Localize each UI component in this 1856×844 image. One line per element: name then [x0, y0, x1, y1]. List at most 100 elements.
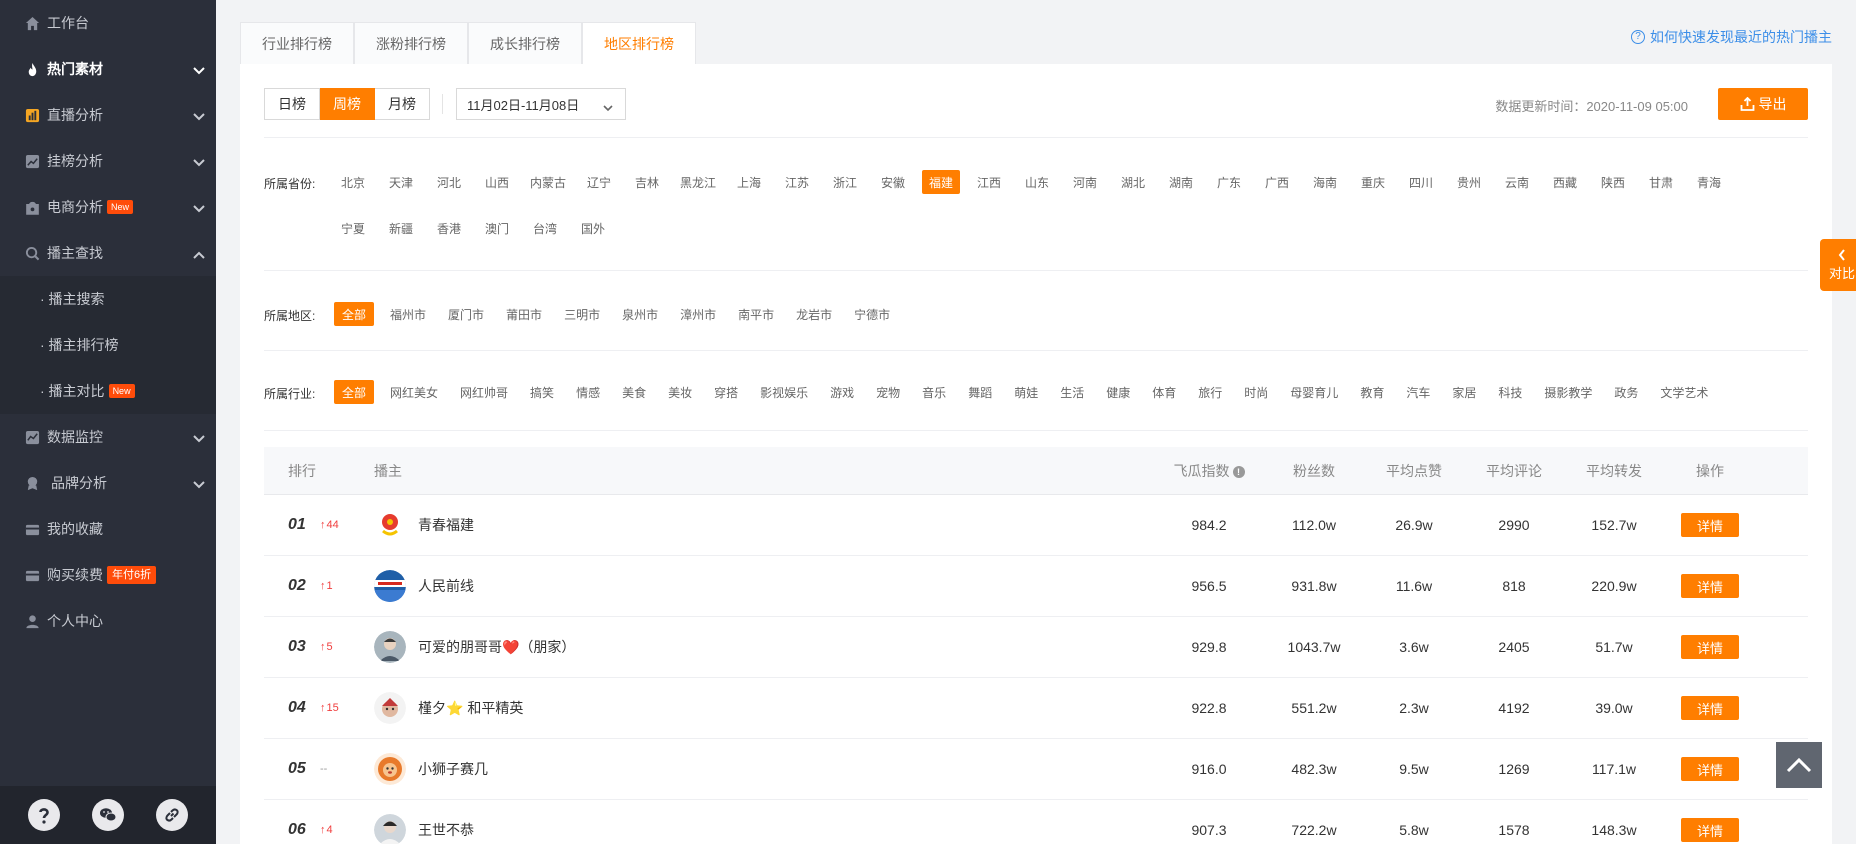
nav-my-collection[interactable]: 我的收藏 — [0, 506, 216, 552]
industry-option[interactable]: 网红帅哥 — [454, 380, 514, 404]
nav-workbench[interactable]: 工作台 — [0, 0, 216, 46]
industry-option[interactable]: 情感 — [570, 380, 606, 404]
anchor-cell[interactable]: 槿夕⭐ 和平精英 — [374, 692, 1154, 724]
industry-option[interactable]: 科技 — [1492, 380, 1528, 404]
tab-industry-ranking[interactable]: 行业排行榜 — [240, 22, 354, 64]
province-option[interactable]: 西藏 — [1546, 170, 1584, 194]
province-option[interactable]: 安徽 — [874, 170, 912, 194]
industry-option[interactable]: 搞笑 — [524, 380, 560, 404]
link-button[interactable] — [156, 799, 188, 831]
detail-button[interactable]: 详情 — [1681, 696, 1739, 720]
industry-option[interactable]: 摄影教学 — [1538, 380, 1598, 404]
area-option[interactable]: 全部 — [334, 302, 375, 326]
province-option[interactable]: 上海 — [730, 170, 768, 194]
anchor-name[interactable]: 槿夕⭐ 和平精英 — [418, 698, 523, 718]
province-option[interactable]: 海南 — [1306, 170, 1344, 194]
province-option[interactable]: 江苏 — [778, 170, 816, 194]
province-option[interactable]: 山西 — [478, 170, 516, 194]
detail-button[interactable]: 详情 — [1681, 757, 1739, 781]
area-option[interactable]: 福州市 — [384, 302, 432, 326]
anchor-cell[interactable]: 小狮子赛几 — [374, 753, 1154, 785]
nav-personal-center[interactable]: 个人中心 — [0, 598, 216, 644]
province-option[interactable]: 河南 — [1066, 170, 1104, 194]
area-option[interactable]: 南平市 — [732, 302, 780, 326]
province-option[interactable]: 甘肃 — [1642, 170, 1680, 194]
anchor-name[interactable]: 人民前线 — [418, 576, 474, 596]
province-option[interactable]: 国外 — [574, 216, 612, 240]
industry-option[interactable]: 全部 — [334, 380, 375, 404]
province-option[interactable]: 北京 — [334, 170, 372, 194]
wechat-button[interactable] — [92, 799, 124, 831]
area-option[interactable]: 三明市 — [558, 302, 606, 326]
anchor-name[interactable]: 王世不恭 — [418, 820, 474, 840]
industry-option[interactable]: 舞蹈 — [962, 380, 998, 404]
nav-brand-analysis[interactable]: 品牌分析 — [0, 460, 216, 506]
detail-button[interactable]: 详情 — [1681, 574, 1739, 598]
province-option[interactable]: 湖南 — [1162, 170, 1200, 194]
avatar[interactable] — [374, 509, 406, 541]
header-fans[interactable]: 粉丝数 — [1264, 461, 1364, 481]
anchor-cell[interactable]: 青春福建 — [374, 509, 1154, 541]
province-option[interactable]: 辽宁 — [580, 170, 618, 194]
tab-region-ranking[interactable]: 地区排行榜 — [582, 22, 696, 64]
back-to-top-button[interactable] — [1776, 742, 1822, 788]
industry-option[interactable]: 家居 — [1446, 380, 1482, 404]
detail-button[interactable]: 详情 — [1681, 818, 1739, 842]
industry-option[interactable]: 萌娃 — [1008, 380, 1044, 404]
province-option[interactable]: 浙江 — [826, 170, 864, 194]
header-index[interactable]: 飞瓜指数! — [1154, 461, 1264, 481]
province-option[interactable]: 河北 — [430, 170, 468, 194]
area-option[interactable]: 厦门市 — [442, 302, 490, 326]
province-option[interactable]: 江西 — [970, 170, 1008, 194]
province-option[interactable]: 黑龙江 — [676, 170, 720, 194]
avatar[interactable] — [374, 692, 406, 724]
avatar[interactable] — [374, 631, 406, 663]
area-option[interactable]: 漳州市 — [674, 302, 722, 326]
province-option[interactable]: 四川 — [1402, 170, 1440, 194]
industry-option[interactable]: 汽车 — [1400, 380, 1436, 404]
industry-option[interactable]: 政务 — [1608, 380, 1644, 404]
detail-button[interactable]: 详情 — [1681, 513, 1739, 537]
province-option[interactable]: 吉林 — [628, 170, 666, 194]
province-option[interactable]: 青海 — [1690, 170, 1728, 194]
date-range-select[interactable]: 11月02日-11月08日 — [456, 88, 626, 120]
province-option[interactable]: 新疆 — [382, 216, 420, 240]
nav-live-analysis[interactable]: 直播分析 — [0, 92, 216, 138]
province-option[interactable]: 宁夏 — [334, 216, 372, 240]
industry-option[interactable]: 游戏 — [824, 380, 860, 404]
industry-option[interactable]: 穿搭 — [708, 380, 744, 404]
industry-option[interactable]: 健康 — [1100, 380, 1136, 404]
industry-option[interactable]: 网红美女 — [384, 380, 444, 404]
avatar[interactable] — [374, 753, 406, 785]
province-option[interactable]: 山东 — [1018, 170, 1056, 194]
tab-fans-growth-ranking[interactable]: 涨粉排行榜 — [354, 22, 468, 64]
area-option[interactable]: 莆田市 — [500, 302, 548, 326]
header-comments[interactable]: 平均评论 — [1464, 461, 1564, 481]
industry-option[interactable]: 旅行 — [1192, 380, 1228, 404]
anchor-name[interactable]: 可爱的朋哥哥❤️（朋家） — [418, 637, 575, 657]
industry-option[interactable]: 美食 — [616, 380, 652, 404]
nav-purchase-renew[interactable]: 购买续费 年付6折 — [0, 552, 216, 598]
sub-anchor-ranking[interactable]: · 播主排行榜 — [0, 322, 216, 368]
tab-growth-ranking[interactable]: 成长排行榜 — [468, 22, 582, 64]
header-likes[interactable]: 平均点赞 — [1364, 461, 1464, 481]
province-option[interactable]: 澳门 — [478, 216, 516, 240]
province-option[interactable]: 内蒙古 — [526, 170, 570, 194]
monthly-button[interactable]: 月榜 — [375, 88, 430, 120]
province-option[interactable]: 云南 — [1498, 170, 1536, 194]
nav-ecommerce-analysis[interactable]: 电商分析 New — [0, 184, 216, 230]
province-option[interactable]: 贵州 — [1450, 170, 1488, 194]
weekly-button[interactable]: 周榜 — [320, 88, 375, 120]
anchor-cell[interactable]: 人民前线 — [374, 570, 1154, 602]
province-option[interactable]: 台湾 — [526, 216, 564, 240]
avatar[interactable] — [374, 570, 406, 602]
province-option[interactable]: 湖北 — [1114, 170, 1152, 194]
help-button[interactable] — [28, 799, 60, 831]
header-shares[interactable]: 平均转发 — [1564, 461, 1664, 481]
nav-hot-material[interactable]: 热门素材 — [0, 46, 216, 92]
nav-data-monitor[interactable]: 数据监控 — [0, 414, 216, 460]
sub-anchor-search[interactable]: · 播主搜索 — [0, 276, 216, 322]
info-icon[interactable]: ! — [1232, 465, 1245, 478]
compare-tab[interactable]: 对比 — [1820, 239, 1856, 291]
province-option[interactable]: 广东 — [1210, 170, 1248, 194]
